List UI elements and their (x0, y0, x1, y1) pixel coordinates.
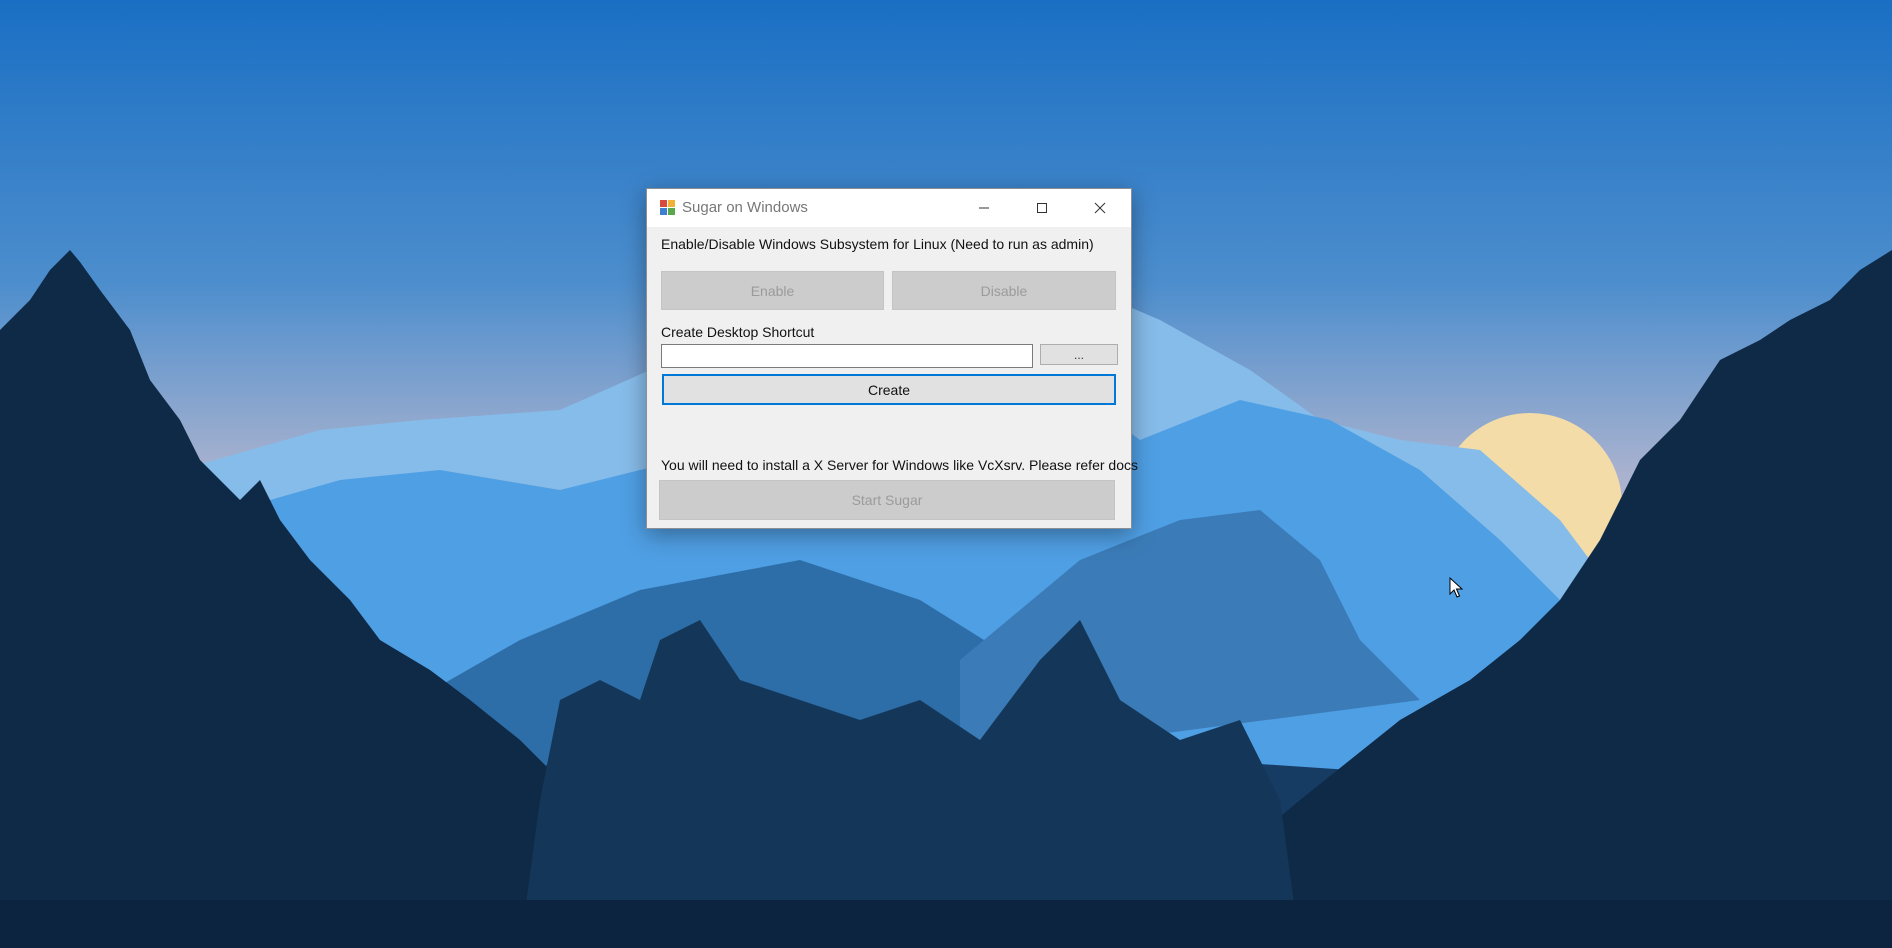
browse-button[interactable]: ... (1040, 344, 1118, 365)
maximize-icon (1037, 203, 1047, 213)
shortcut-label: Create Desktop Shortcut (661, 324, 815, 340)
sugar-on-windows-dialog: Sugar on Windows Enable/Disable Windows … (646, 188, 1138, 529)
wsl-label: Enable/Disable Windows Subsystem for Lin… (661, 236, 1094, 252)
ground (0, 900, 1892, 948)
title-bar[interactable]: Sugar on Windows (647, 189, 1131, 227)
xserver-note: You will need to install a X Server for … (661, 457, 1138, 473)
minimize-button[interactable] (955, 189, 1013, 227)
disable-button[interactable]: Disable (892, 271, 1116, 310)
shortcut-path-input[interactable] (661, 344, 1033, 368)
close-icon (1094, 202, 1106, 214)
create-button[interactable]: Create (662, 374, 1116, 405)
sugar-app-icon (660, 200, 675, 215)
start-sugar-button[interactable]: Start Sugar (659, 480, 1115, 520)
enable-button[interactable]: Enable (661, 271, 884, 310)
window-title: Sugar on Windows (682, 199, 808, 216)
maximize-button[interactable] (1013, 189, 1071, 227)
mouse-pointer-icon (1449, 577, 1463, 598)
minimize-icon (979, 207, 989, 209)
close-button[interactable] (1071, 189, 1129, 227)
